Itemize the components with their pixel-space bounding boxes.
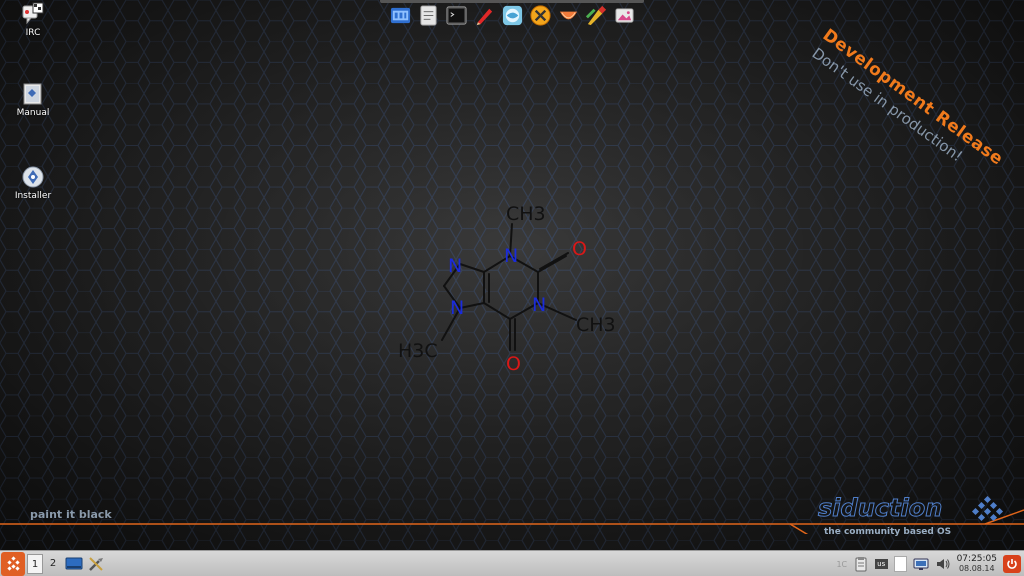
system-tray: 1C us 07:25:05 08.08.14 <box>836 551 1024 576</box>
irc-chat-icon <box>22 2 44 25</box>
siduction-brand: siduction the community based OS <box>817 494 1018 544</box>
paint-brush-icon[interactable] <box>473 4 496 27</box>
x-close-icon[interactable] <box>529 4 552 27</box>
desktop-icon-irc[interactable]: IRC <box>1 2 65 38</box>
network-icon[interactable] <box>913 556 929 572</box>
settings-tools-icon[interactable] <box>87 555 105 573</box>
clipboard-icon[interactable] <box>853 556 869 572</box>
methyl-label-right: CH3 <box>576 314 616 336</box>
keyboard-layout-indicator[interactable]: us <box>875 559 888 569</box>
desktop-icon-label: IRC <box>25 28 41 38</box>
methyl-label-top: CH3 <box>506 203 546 225</box>
graphics-editor-icon[interactable] <box>585 4 608 27</box>
nitrogen-label: N <box>504 245 518 267</box>
desktop-icon-manual[interactable]: Manual <box>1 82 65 118</box>
siduction-menu-icon <box>7 555 20 571</box>
power-button[interactable] <box>1003 555 1021 573</box>
desktop: IRC Manual Installer Development Release… <box>0 0 1024 550</box>
terminal-icon[interactable] <box>445 4 468 27</box>
show-desktop-icon[interactable] <box>65 555 83 573</box>
clock-time: 07:25:05 <box>956 554 997 564</box>
oxygen-label: O <box>506 353 521 375</box>
siduction-logo-icon <box>971 496 1004 522</box>
manual-book-icon <box>23 83 42 105</box>
wallpaper-motto: paint it black <box>30 508 112 521</box>
melon-game-icon[interactable] <box>557 4 580 27</box>
caffeine-molecule-graphic: CH3 CH3 H3C N N N N O O <box>398 203 616 375</box>
nitrogen-label: N <box>532 294 546 316</box>
desktop-icon-installer[interactable]: Installer <box>1 165 65 201</box>
web-browser-icon[interactable] <box>501 4 524 27</box>
cpu-monitor-label: 1C <box>836 559 848 569</box>
launcher-dock <box>380 0 644 30</box>
nitrogen-label: N <box>450 297 464 319</box>
workspace-1-button[interactable]: 1 <box>27 553 43 574</box>
image-viewer-icon[interactable] <box>613 4 636 27</box>
desktop-icon-label: Manual <box>16 108 50 118</box>
nitrogen-label: N <box>448 255 462 277</box>
methyl-label-left: H3C <box>398 340 438 362</box>
file-manager-icon[interactable] <box>389 4 412 27</box>
start-menu-button[interactable] <box>1 551 25 576</box>
workspace-2-button[interactable]: 2 <box>45 554 61 574</box>
clock-date: 08.08.14 <box>958 564 995 573</box>
clock[interactable]: 07:25:05 08.08.14 <box>957 554 997 574</box>
installer-disc-icon <box>22 166 44 188</box>
volume-icon[interactable] <box>935 556 951 572</box>
text-editor-icon[interactable] <box>417 4 440 27</box>
taskbar: 1 2 1C us 07:25:05 08.08.14 <box>0 550 1024 576</box>
desktop-icon-label: Installer <box>14 191 52 201</box>
power-icon <box>1007 559 1017 569</box>
brand-name: siduction <box>817 494 943 523</box>
notification-box[interactable] <box>893 556 907 572</box>
oxygen-label: O <box>572 238 587 260</box>
brand-tagline: the community based OS <box>824 527 952 537</box>
